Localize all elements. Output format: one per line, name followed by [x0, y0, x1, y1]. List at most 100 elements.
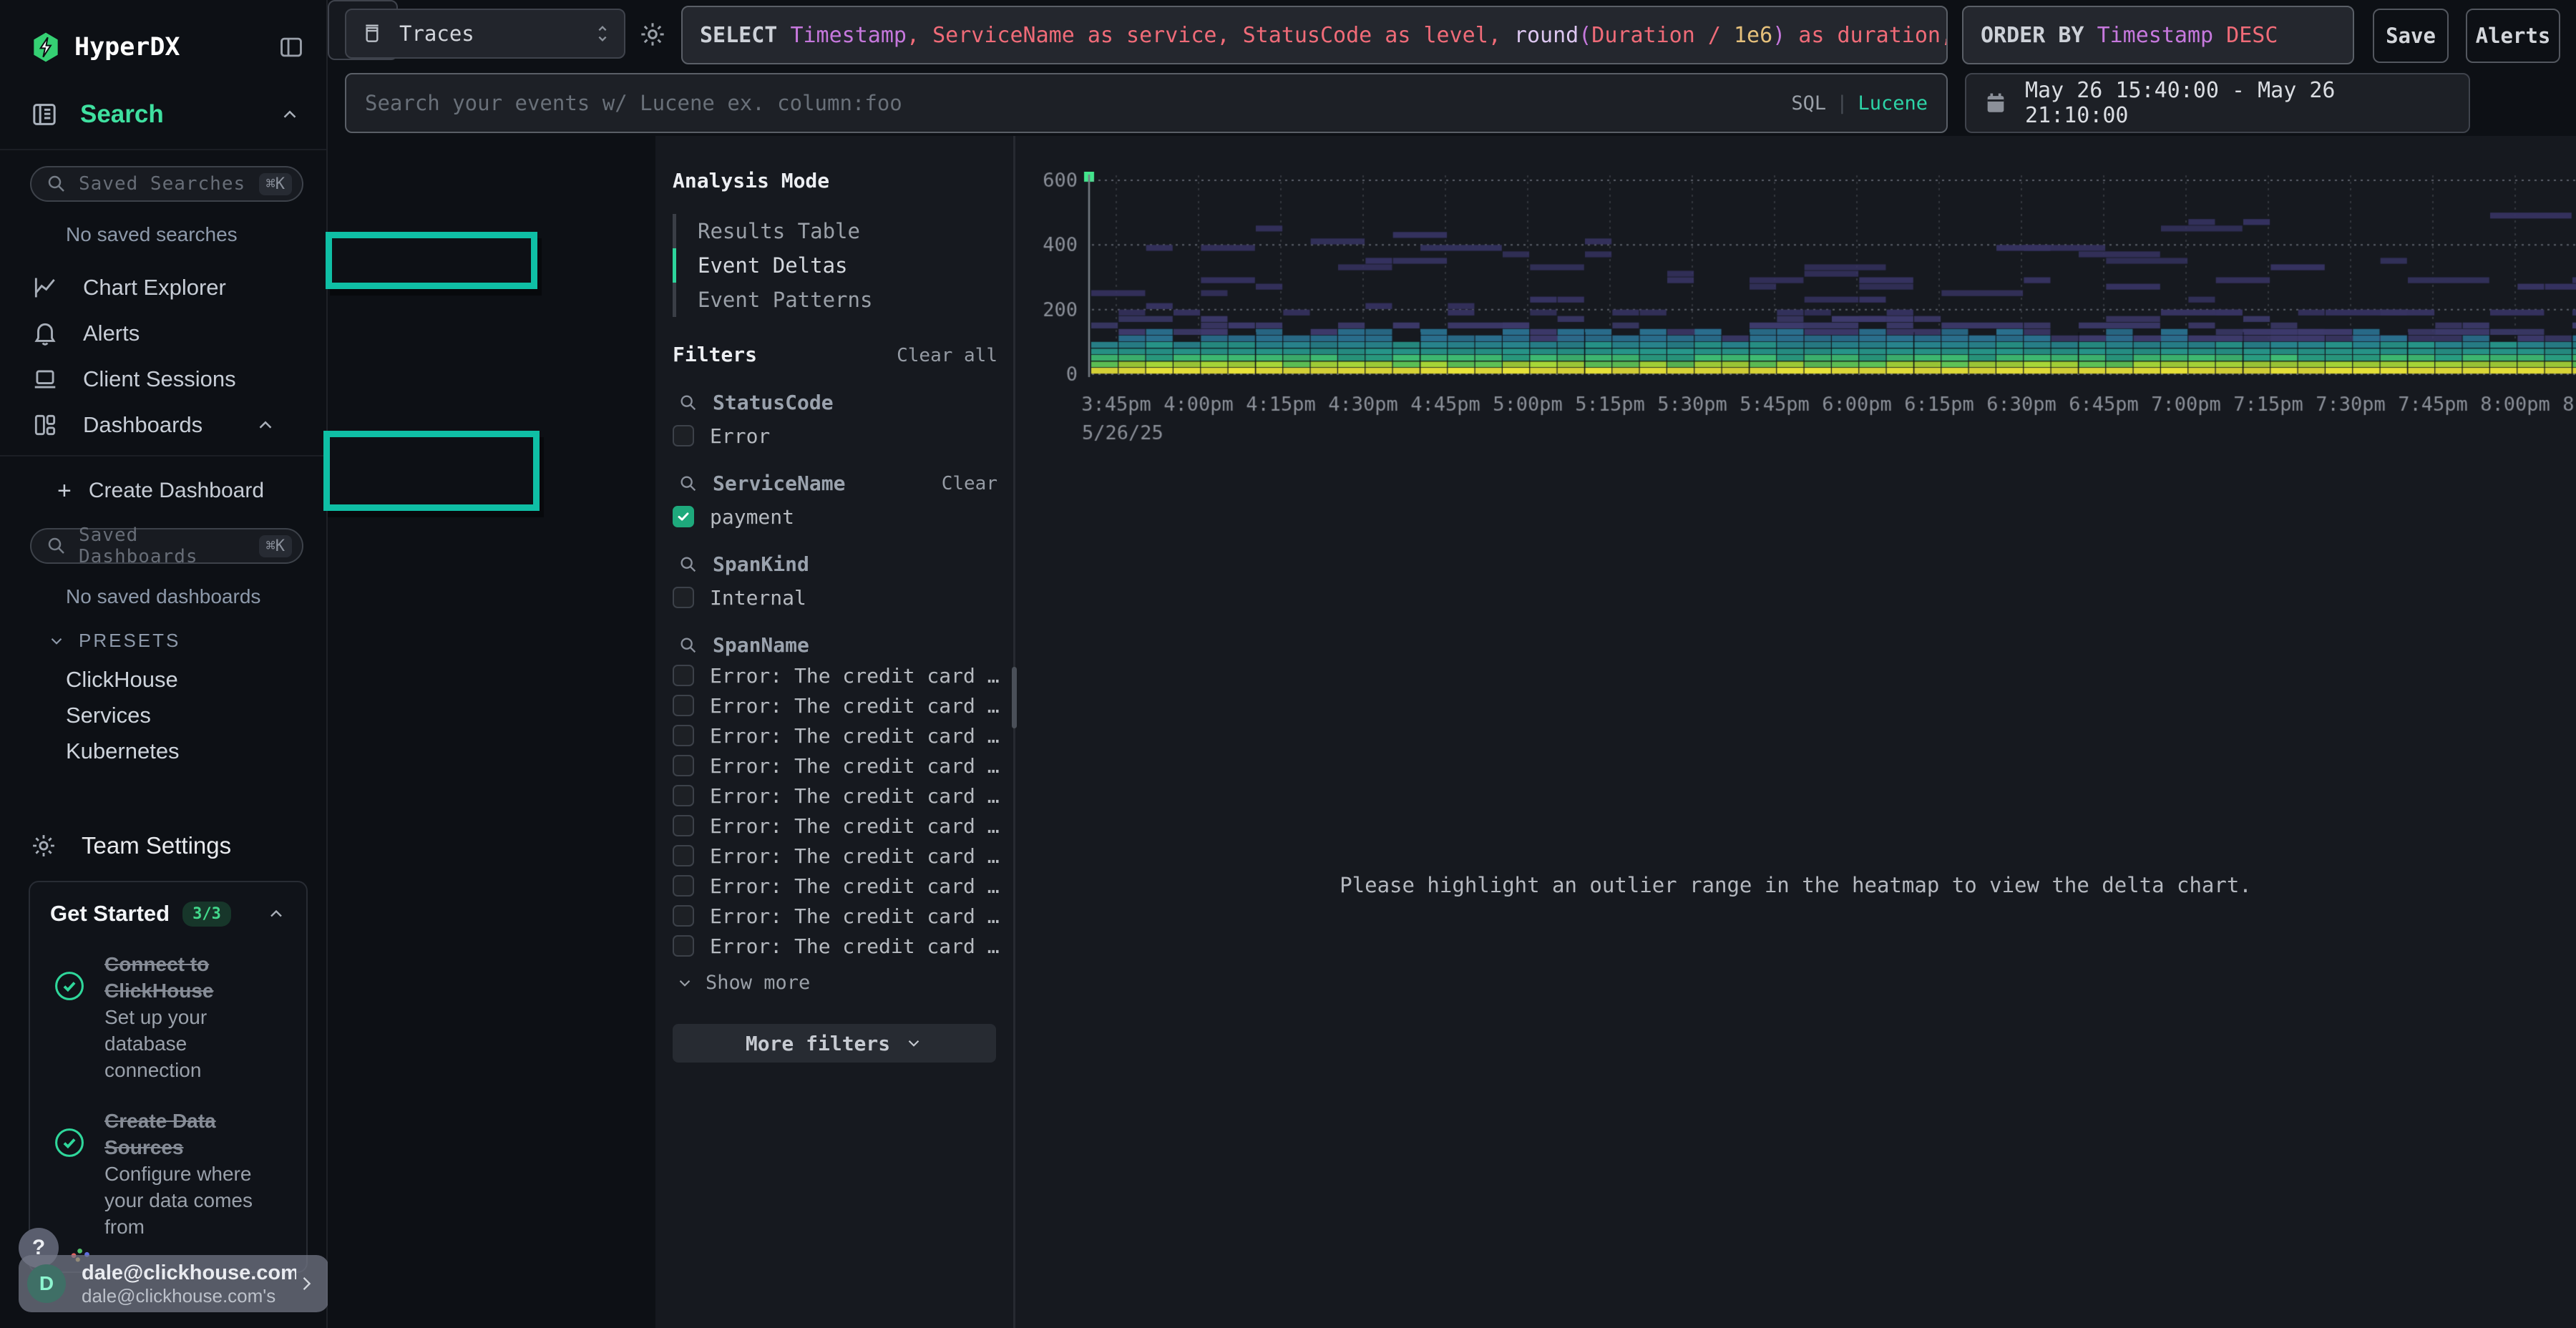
no-saved-searches-text: No saved searches — [0, 223, 326, 246]
filters-title: Filters — [673, 343, 757, 366]
date-range-picker[interactable]: May 26 15:40:00 - May 26 21:10:00 — [1965, 73, 2470, 133]
saved-searches-input[interactable]: Saved Searches ⌘K — [30, 166, 303, 202]
get-started-item-title: Create Data Sources — [104, 1110, 216, 1158]
app-title: HyperDX — [74, 33, 278, 62]
filter-option[interactable]: Error: The credit card … — [673, 784, 1000, 807]
search-placeholder: Search your events w/ Lucene ex. column:… — [365, 91, 1791, 115]
divider — [0, 149, 326, 150]
checkbox-unchecked[interactable] — [673, 587, 694, 608]
checkbox-unchecked[interactable] — [673, 845, 694, 866]
filter-option[interactable]: Error: The credit card … — [673, 694, 1000, 717]
duration-heatmap[interactable] — [1032, 172, 2576, 444]
checkbox-checked[interactable] — [673, 506, 694, 527]
checkbox-unchecked[interactable] — [673, 425, 694, 446]
sidebar-item-alerts[interactable]: Alerts — [0, 311, 326, 356]
search-book-icon — [30, 100, 59, 129]
dashboards-icon — [31, 411, 59, 439]
chevron-up-icon[interactable] — [266, 904, 286, 924]
no-saved-dashboards-text: No saved dashboards — [0, 585, 326, 608]
checkbox-unchecked[interactable] — [673, 935, 694, 957]
sidebar-item-dashboards[interactable]: Dashboards — [0, 402, 326, 448]
create-dashboard-button[interactable]: + Create Dashboard — [57, 475, 326, 507]
checkbox-unchecked[interactable] — [673, 695, 694, 716]
magnifier-icon — [678, 393, 698, 413]
shortcut-badge: ⌘K — [259, 535, 293, 557]
filter-option[interactable]: Internal — [673, 586, 1000, 609]
source-settings-gear-icon[interactable] — [638, 20, 667, 49]
filter-option-label: Error: The credit card … — [710, 874, 1000, 898]
get-started-item-desc: Configure where your data comes from — [104, 1163, 253, 1238]
filter-option[interactable]: Error: The credit card … — [673, 664, 1000, 687]
filter-group-title: StatusCode — [713, 391, 1000, 414]
order-by-editor[interactable]: ORDER BY Timestamp DESC — [1962, 6, 2354, 64]
preset-list: ClickHouseServicesKubernetes — [0, 662, 326, 769]
filter-option[interactable]: Error: The credit card … — [673, 754, 1000, 777]
more-filters-button[interactable]: More filters — [673, 1024, 996, 1063]
magnifier-icon — [678, 474, 698, 494]
language-toggle: SQL|Lucene — [1791, 92, 1928, 114]
clear-all-link[interactable]: Clear all — [897, 345, 1000, 366]
magnifier-icon — [678, 635, 698, 655]
team-settings-button[interactable]: Team Settings — [30, 832, 326, 859]
main-area: Traces SELECT Timestamp, ServiceName as … — [328, 0, 2576, 1328]
filter-panel: Analysis Mode Results TableEvent DeltasE… — [655, 136, 1013, 1328]
user-menu[interactable]: D dale@clickhouse.com dale@clickhouse.co… — [19, 1255, 329, 1312]
filter-group-title: SpanName — [713, 633, 1000, 657]
filter-option[interactable]: Error: The credit card … — [673, 934, 1000, 957]
divider — [0, 455, 326, 456]
sidebar-item-label: Alerts — [83, 321, 140, 346]
checkbox-unchecked[interactable] — [673, 725, 694, 746]
filter-option[interactable]: Error: The credit card … — [673, 724, 1000, 747]
get-started-title: Get Started — [50, 901, 170, 927]
filter-option[interactable]: payment — [673, 505, 1000, 528]
analysis-mode-tab-event-deltas[interactable]: Event Deltas — [673, 248, 1000, 283]
language-lucene[interactable]: Lucene — [1858, 92, 1928, 114]
saved-dashboards-input[interactable]: Saved Dashboards ⌘K — [30, 528, 303, 564]
presets-toggle[interactable]: PRESETS — [47, 630, 326, 652]
filter-option[interactable]: Error: The credit card … — [673, 844, 1000, 867]
checkbox-unchecked[interactable] — [673, 665, 694, 686]
filter-option[interactable]: Error: The credit card … — [673, 874, 1000, 897]
filter-option[interactable]: Error: The credit card … — [673, 814, 1000, 837]
analysis-mode-tab-event-patterns[interactable]: Event Patterns — [673, 283, 1000, 317]
sidebar-collapse-icon[interactable] — [278, 34, 305, 61]
filter-groups: StatusCodeErrorServiceNameClearpaymentSp… — [673, 391, 1000, 957]
preset-dashboard-clickhouse[interactable]: ClickHouse — [0, 662, 326, 698]
alerts-button[interactable]: Alerts — [2466, 9, 2560, 63]
filter-option-label: payment — [710, 505, 794, 529]
filter-option-label: Error: The credit card … — [710, 814, 1000, 838]
checkbox-unchecked[interactable] — [673, 905, 694, 927]
sql-select-editor[interactable]: SELECT Timestamp, ServiceName as service… — [681, 6, 1948, 64]
source-select[interactable]: Traces — [345, 9, 625, 59]
search-input[interactable]: Search your events w/ Lucene ex. column:… — [345, 73, 1948, 133]
analysis-mode-tab-results-table[interactable]: Results Table — [673, 214, 1000, 248]
chevron-up-icon[interactable] — [279, 104, 301, 125]
get-started-item[interactable]: Create Data Sources Configure where your … — [50, 1108, 286, 1240]
filter-option-label: Error: The credit card … — [710, 694, 1000, 718]
gear-icon — [30, 832, 57, 859]
checkbox-unchecked[interactable] — [673, 875, 694, 897]
filter-group-servicename: ServiceNameClearpayment — [673, 472, 1000, 528]
annotation-box-servicename — [323, 431, 540, 511]
sidebar-item-chart-explorer[interactable]: Chart Explorer — [0, 265, 326, 311]
sidebar-section-search[interactable]: Search — [0, 100, 326, 129]
filter-option[interactable]: Error — [673, 424, 1000, 447]
preset-dashboard-kubernetes[interactable]: Kubernetes — [0, 733, 326, 769]
save-button[interactable]: Save — [2373, 9, 2449, 63]
get-started-card: Get Started 3/3 Connect to ClickHouseSet… — [29, 881, 308, 1273]
show-more-toggle[interactable]: Show more — [673, 972, 1000, 994]
filter-group-title: SpanKind — [713, 552, 1000, 576]
checkbox-unchecked[interactable] — [673, 815, 694, 836]
filter-option[interactable]: Error: The credit card … — [673, 904, 1000, 927]
language-sql[interactable]: SQL — [1791, 92, 1826, 114]
filter-clear-link[interactable]: Clear — [942, 473, 1000, 494]
preset-dashboard-services[interactable]: Services — [0, 698, 326, 733]
search-icon — [46, 173, 67, 195]
filter-option-label: Error: The credit card … — [710, 844, 1000, 868]
get-started-item[interactable]: Connect to ClickHouseSet up your databas… — [50, 951, 286, 1083]
checkbox-unchecked[interactable] — [673, 755, 694, 776]
order-by-text: ORDER BY Timestamp DESC — [1981, 23, 2278, 48]
sidebar-item-client-sessions[interactable]: Client Sessions — [0, 356, 326, 402]
filter-option-label: Error: The credit card … — [710, 754, 1000, 778]
checkbox-unchecked[interactable] — [673, 785, 694, 806]
